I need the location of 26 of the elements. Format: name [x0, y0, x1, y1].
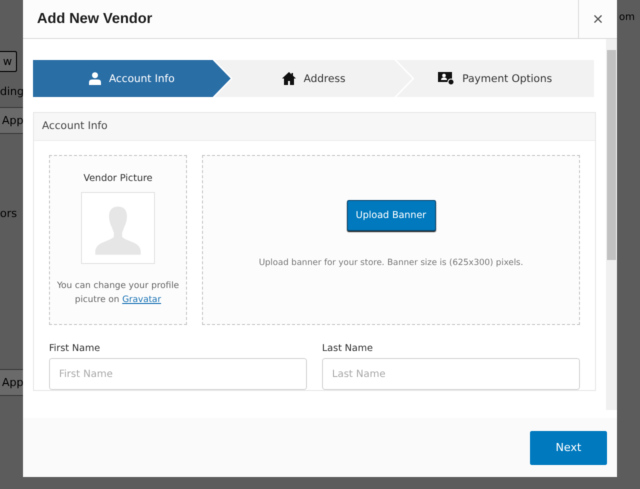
field-label: First Name [49, 343, 102, 354]
background-text: ding [0, 85, 24, 98]
scrollbar[interactable] [606, 39, 617, 410]
profile-note: You can change your profile picutre on Gravatar [56, 280, 180, 307]
step-tab[interactable]: Account Info [33, 60, 231, 97]
step-tab[interactable]: Payment Options [396, 60, 594, 97]
upload-banner-button[interactable]: Upload Banner [346, 200, 436, 231]
close-button[interactable]: × [578, 0, 617, 38]
user-icon [89, 72, 102, 85]
background-text: ors [0, 207, 17, 220]
step-label: Payment Options [462, 72, 552, 84]
field-label: Last Name [322, 343, 374, 354]
text-input[interactable]: First Name [49, 358, 307, 390]
banner-note: Upload banner for your store. Banner size is (625x300) pixels. [258, 258, 524, 268]
background-text: om [619, 12, 635, 23]
gravatar-link[interactable]: Gravatar [122, 295, 162, 305]
step-label: Account Info [109, 72, 175, 84]
step-label: Address [304, 72, 346, 84]
next-button[interactable]: Next [530, 430, 607, 464]
panel-heading: Account Info [34, 113, 595, 141]
house-icon [282, 72, 296, 85]
modal-title: Add New Vendor [36, 11, 154, 27]
vendor-picture-label: Vendor Picture [83, 173, 153, 184]
id-card-icon [438, 72, 454, 85]
text-input[interactable]: Last Name [322, 358, 580, 390]
step-tab[interactable]: Address [214, 60, 412, 97]
